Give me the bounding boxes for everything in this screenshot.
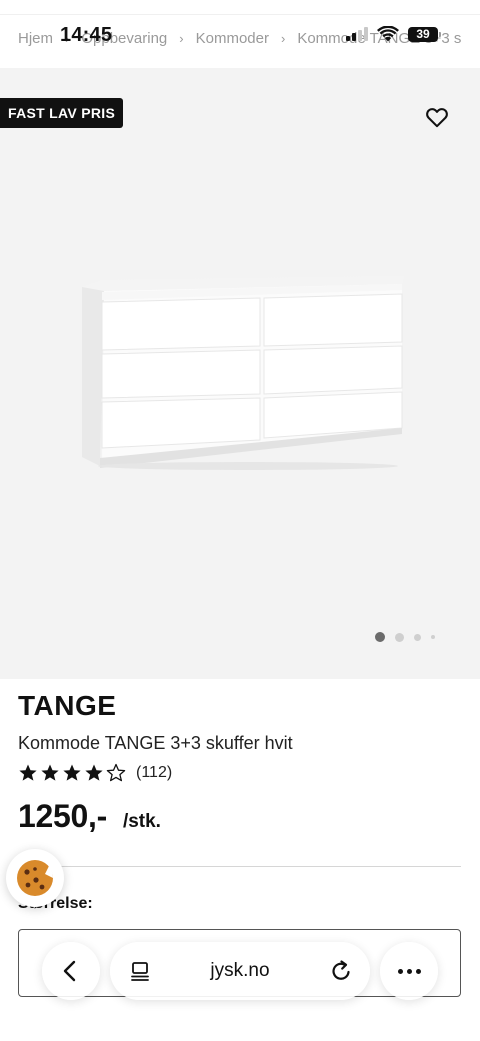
signal-icon [346,27,368,41]
product-image [82,276,404,470]
product-subtitle: Kommode TANGE 3+3 skuffer hvit [18,733,293,753]
gallery-dot-3[interactable] [414,633,421,641]
browser-back-button[interactable] [42,942,100,1000]
star-icon [85,764,103,781]
star-icon [63,764,81,781]
star-icon [106,763,126,782]
heart-icon[interactable] [424,104,450,130]
reload-icon[interactable] [328,958,354,984]
status-bar: 14:45 39 [0,0,480,54]
product-price: 1250,- /stk. [18,798,161,835]
status-icons: 39 [346,26,441,42]
review-count[interactable]: (112) [136,764,172,782]
more-icon-dot [406,968,412,974]
cookie-icon [17,860,54,896]
gallery-dot-1[interactable] [375,632,385,642]
product-title: TANGE [18,690,117,721]
price-badge: FAST LAV PRIS [0,98,124,128]
wifi-icon [377,26,399,42]
more-icon-dot [415,968,421,974]
star-icon [41,764,59,781]
gallery-dot-4[interactable] [431,635,435,639]
battery-icon: 39 [408,26,441,42]
price-value: 1250,- [18,798,107,834]
browser-address-bar[interactable]: jysk.no [110,942,370,1000]
product-rating[interactable]: (112) [18,763,172,783]
gallery-pagination[interactable] [375,632,435,642]
price-unit: /stk. [122,811,161,832]
status-time: 14:45 [60,24,113,46]
chevron-left-icon [63,960,76,982]
more-icon-dot [397,968,403,974]
star-icon [19,764,37,781]
cookie-button[interactable] [6,849,64,907]
gallery-dot-2[interactable] [395,632,404,642]
divider [18,866,461,867]
product-gallery[interactable]: FAST LAV PRIS [0,68,480,679]
more-button[interactable] [380,942,438,1000]
battery-level: 39 [416,27,430,41]
